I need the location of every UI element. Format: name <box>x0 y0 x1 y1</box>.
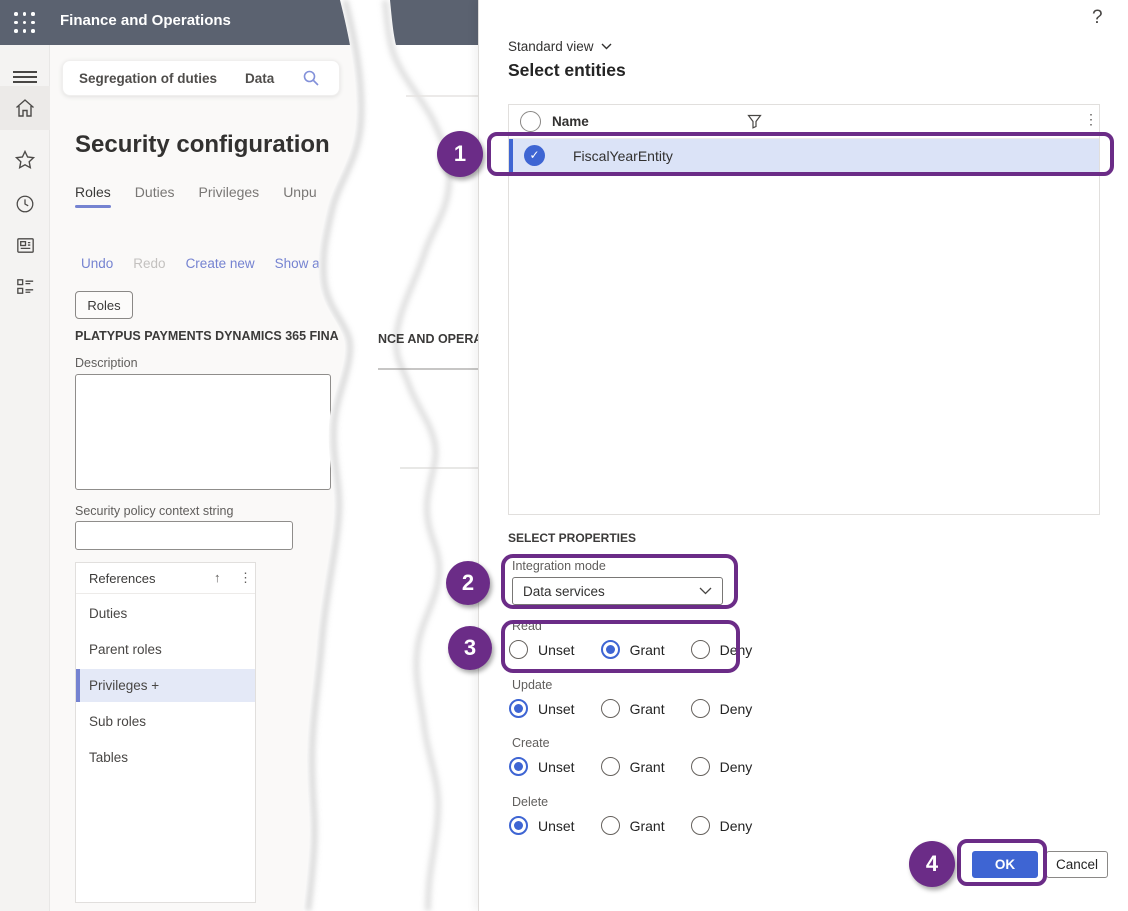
chevron-down-icon <box>601 43 612 50</box>
undo-link[interactable]: Undo <box>81 256 113 271</box>
left-application-window: Finance and Operations Segregation of du… <box>0 0 478 911</box>
help-icon[interactable]: ? <box>1092 7 1103 29</box>
integration-mode-label: Integration mode <box>512 559 606 573</box>
tab-roles[interactable]: Roles <box>75 184 111 208</box>
reference-item-tables[interactable]: Tables <box>76 741 255 774</box>
radio-label-grant: Grant <box>630 642 665 658</box>
permission-group-create: Create Unset Grant Deny <box>512 736 768 776</box>
chevron-down-icon <box>699 587 712 595</box>
ok-button[interactable]: OK <box>972 851 1038 878</box>
roles-button[interactable]: Roles <box>75 291 133 319</box>
description-textarea[interactable] <box>75 374 331 490</box>
radio-label-unset: Unset <box>538 642 575 658</box>
radio-label-deny: Deny <box>720 642 753 658</box>
home-icon[interactable] <box>0 86 50 130</box>
row-selected-check-icon[interactable]: ✓ <box>524 145 545 166</box>
radio-label-unset: Unset <box>538 818 575 834</box>
grid-header-row: Name ⋮ <box>509 105 1099 139</box>
reference-item-parent-roles[interactable]: Parent roles <box>76 633 255 666</box>
radio-label-deny: Deny <box>720 701 753 717</box>
column-header-name: Name <box>552 114 589 129</box>
grid-more-icon[interactable]: ⋮ <box>1084 111 1098 128</box>
table-row-fiscalyearentity[interactable]: ✓ FiscalYearEntity <box>509 139 1099 173</box>
security-policy-input[interactable] <box>75 521 293 550</box>
description-label: Description <box>75 356 138 370</box>
references-panel: References ↑ ⋮ Duties Parent roles Privi… <box>75 562 256 903</box>
radio-label-deny: Deny <box>720 818 753 834</box>
role-section-header: PLATYPUS PAYMENTS DYNAMICS 365 FINA <box>75 329 339 343</box>
cancel-button[interactable]: Cancel <box>1046 851 1108 878</box>
radio-read-grant[interactable] <box>601 640 620 659</box>
left-sidebar <box>0 45 50 911</box>
show-all-link[interactable]: Show all l <box>275 256 333 271</box>
permission-label-read: Read <box>512 619 768 633</box>
select-all-checkbox[interactable] <box>520 111 541 132</box>
app-header-bar: Finance and Operations <box>0 0 478 45</box>
tab-duties[interactable]: Duties <box>135 184 175 208</box>
permission-label-update: Update <box>512 678 768 692</box>
radio-delete-deny[interactable] <box>691 816 710 835</box>
radio-create-unset[interactable] <box>509 757 528 776</box>
radio-delete-unset[interactable] <box>509 816 528 835</box>
select-properties-heading: SELECT PROPERTIES <box>508 531 636 545</box>
breadcrumb-bar: Segregation of duties Data <box>62 60 340 96</box>
security-policy-label: Security policy context string <box>75 504 233 518</box>
page-title: Security configuration <box>75 131 330 159</box>
radio-read-deny[interactable] <box>691 640 710 659</box>
dialog-title: Select entities <box>508 60 626 81</box>
nav-segregation-of-duties[interactable]: Segregation of duties <box>79 71 217 86</box>
sort-up-arrow-icon[interactable]: ↑ <box>214 570 221 585</box>
redo-link[interactable]: Redo <box>133 256 165 271</box>
permission-group-read: Read Unset Grant Deny <box>512 619 768 659</box>
radio-update-unset[interactable] <box>509 699 528 718</box>
page-tabs: Roles Duties Privileges Unpu <box>75 184 317 208</box>
radio-label-deny: Deny <box>720 759 753 775</box>
app-launcher-icon[interactable] <box>14 12 36 34</box>
integration-mode-value: Data services <box>523 584 605 599</box>
references-header: References ↑ ⋮ <box>76 563 255 594</box>
recent-clock-icon[interactable] <box>0 184 50 224</box>
entities-grid: Name ⋮ ✓ FiscalYearEntity <box>508 104 1100 515</box>
radio-label-grant: Grant <box>630 818 665 834</box>
reference-item-privileges[interactable]: Privileges + <box>76 669 255 702</box>
permission-group-update: Update Unset Grant Deny <box>512 678 768 718</box>
references-title: References <box>89 571 155 586</box>
radio-delete-grant[interactable] <box>601 816 620 835</box>
tab-unpublished[interactable]: Unpu <box>283 184 316 208</box>
radio-label-unset: Unset <box>538 759 575 775</box>
reference-item-sub-roles[interactable]: Sub roles <box>76 705 255 738</box>
modules-list-icon[interactable] <box>0 266 50 306</box>
view-selector-label: Standard view <box>508 39 594 54</box>
references-more-icon[interactable]: ⋮ <box>239 570 252 586</box>
nav-data[interactable]: Data <box>245 71 274 86</box>
radio-create-deny[interactable] <box>691 757 710 776</box>
filter-icon[interactable] <box>747 114 762 134</box>
create-new-link[interactable]: Create new <box>186 256 255 271</box>
search-icon[interactable] <box>302 69 320 87</box>
app-title: Finance and Operations <box>60 12 231 29</box>
entity-name: FiscalYearEntity <box>573 148 673 164</box>
radio-create-grant[interactable] <box>601 757 620 776</box>
tab-privileges[interactable]: Privileges <box>198 184 259 208</box>
view-selector[interactable]: Standard view <box>508 39 612 54</box>
workspaces-icon[interactable] <box>0 225 50 265</box>
reference-item-duties[interactable]: Duties <box>76 597 255 630</box>
permission-group-delete: Delete Unset Grant Deny <box>512 795 768 835</box>
radio-label-grant: Grant <box>630 759 665 775</box>
radio-read-unset[interactable] <box>509 640 528 659</box>
integration-mode-dropdown[interactable]: Data services <box>512 577 723 605</box>
radio-update-deny[interactable] <box>691 699 710 718</box>
radio-update-grant[interactable] <box>601 699 620 718</box>
favorites-star-icon[interactable] <box>0 140 50 180</box>
action-links: Undo Redo Create new Show all l <box>81 256 332 271</box>
radio-label-grant: Grant <box>630 701 665 717</box>
radio-label-unset: Unset <box>538 701 575 717</box>
permission-label-create: Create <box>512 736 768 750</box>
permission-label-delete: Delete <box>512 795 768 809</box>
